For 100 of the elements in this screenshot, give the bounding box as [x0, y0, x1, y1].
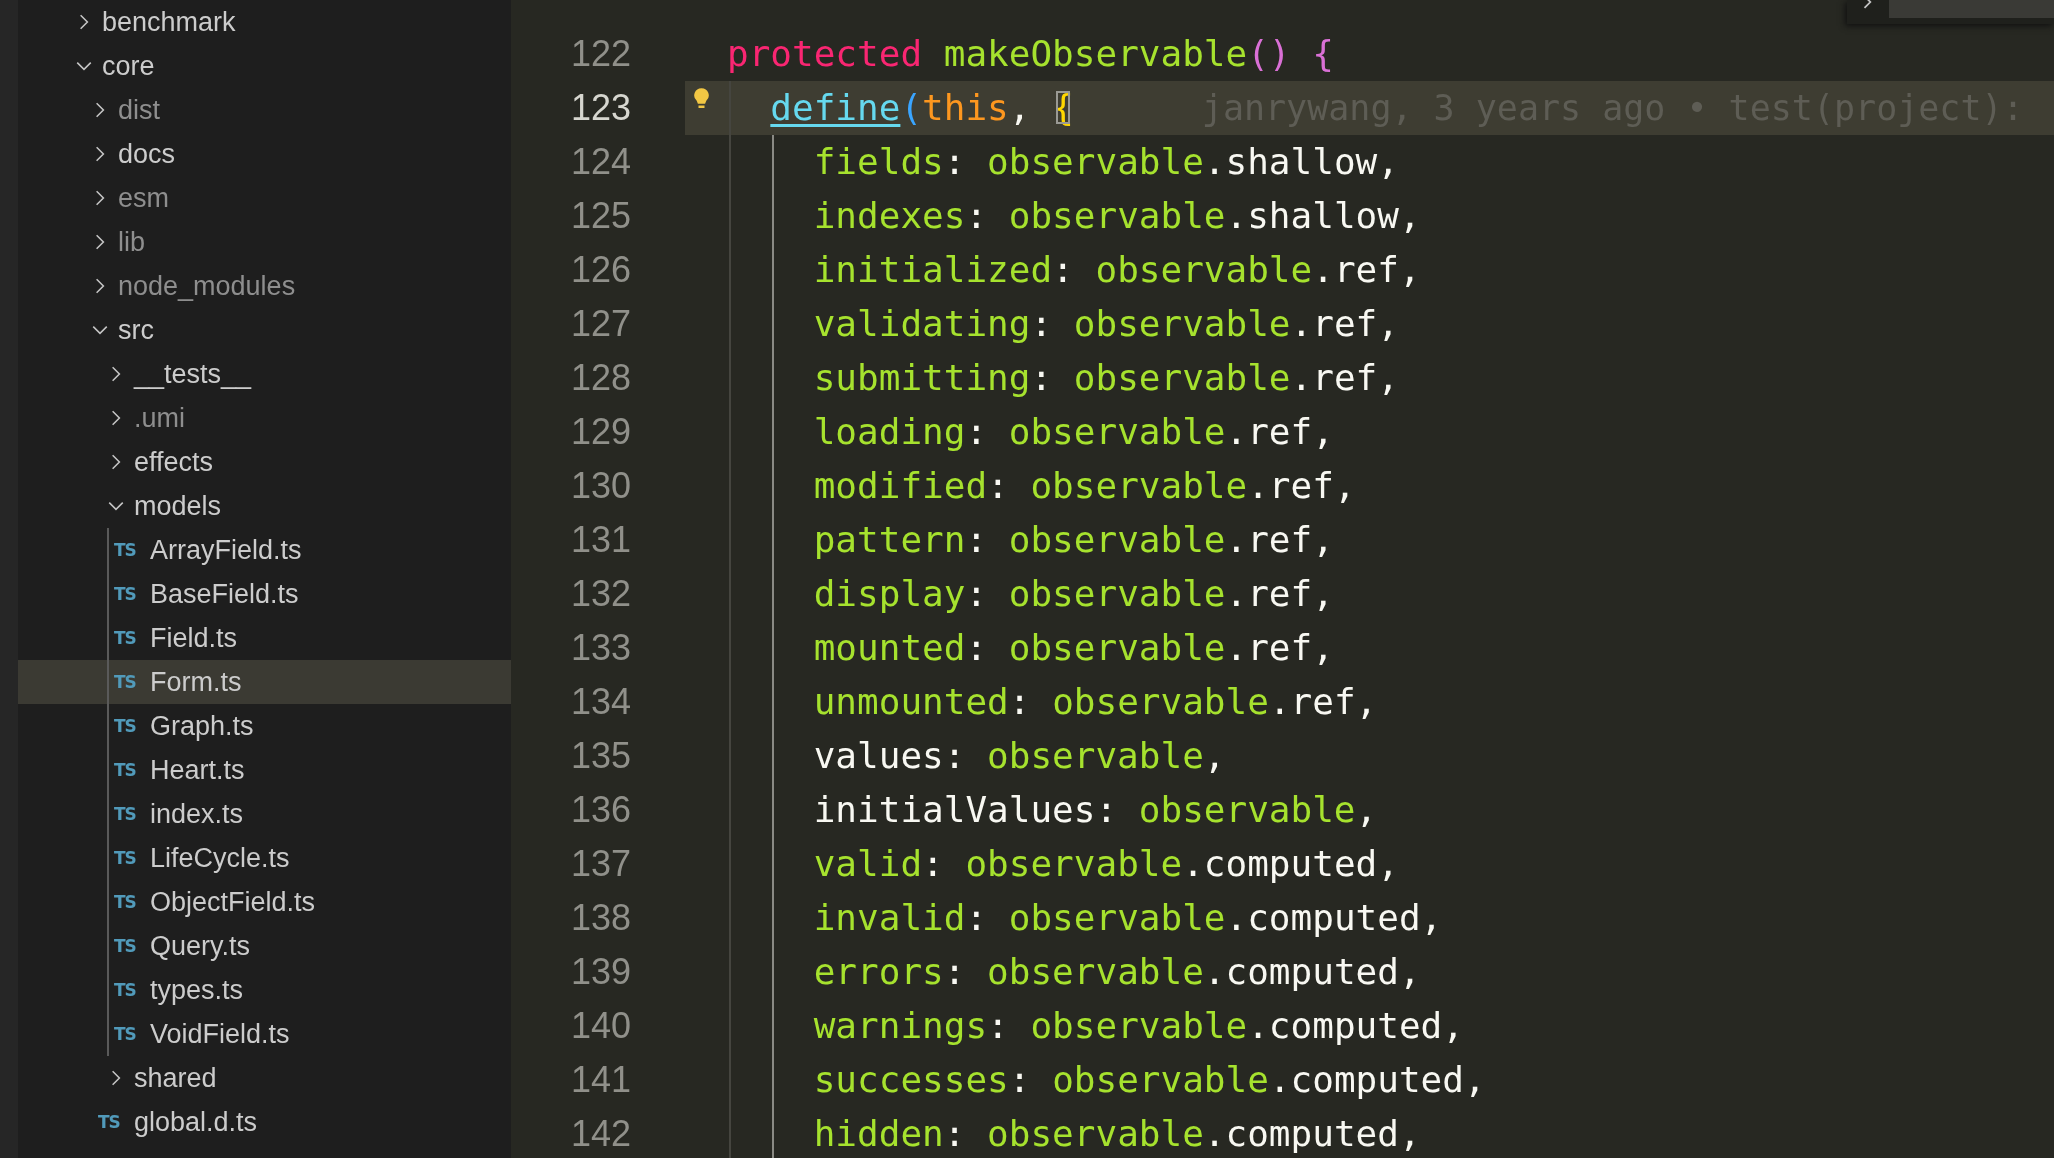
item-label: src — [118, 314, 154, 346]
folder-item[interactable]: .umi — [18, 396, 511, 440]
file-type-label: TS — [114, 584, 136, 604]
lightbulb-icon[interactable] — [693, 87, 710, 111]
code-line: modified: observable.ref, — [813, 464, 1356, 508]
code-line: display: observable.ref, — [813, 572, 1334, 616]
file-type-label: TS — [114, 716, 136, 736]
folder-item[interactable]: dist — [18, 88, 511, 132]
file-type-label: TS — [114, 540, 136, 560]
line-number: 131 — [569, 518, 631, 562]
line-number: 129 — [569, 410, 631, 454]
line-number: 124 — [569, 140, 631, 184]
code-line: warnings: observable.computed, — [813, 1004, 1464, 1048]
folder-item[interactable]: __tests__ — [18, 352, 511, 396]
line-number: 133 — [569, 626, 631, 670]
folder-item[interactable]: lib — [18, 220, 511, 264]
item-label: Heart.ts — [150, 754, 245, 786]
item-label: benchmark — [102, 6, 236, 38]
file-item[interactable]: TS Form.ts — [18, 660, 511, 704]
line-number: 123 — [569, 86, 631, 130]
item-label: esm — [118, 182, 169, 214]
item-label: dist — [118, 94, 161, 126]
item-label: global.d.ts — [134, 1106, 258, 1138]
file-item[interactable]: TS ArrayField.ts — [18, 528, 511, 572]
item-label: Form.ts — [150, 666, 242, 698]
item-label: lib — [118, 226, 145, 258]
file-type-label: TS — [114, 892, 136, 912]
item-label: Field.ts — [150, 622, 238, 654]
code-line: errors: observable.computed, — [813, 950, 1421, 994]
code-line: values: observable, — [813, 734, 1226, 778]
file-item[interactable]: TS VoidField.ts — [18, 1012, 511, 1056]
item-label: VoidField.ts — [150, 1018, 290, 1050]
file-type-label: TS — [114, 936, 136, 956]
file-item[interactable]: TS global.d.ts — [18, 1100, 511, 1144]
line-number: 122 — [569, 32, 631, 76]
file-type-label: TS — [114, 848, 136, 868]
file-item[interactable]: TS Heart.ts — [18, 748, 511, 792]
line-number: 142 — [569, 1112, 631, 1156]
file-type-label: TS — [114, 1024, 136, 1044]
folder-item[interactable]: shared — [18, 1056, 511, 1100]
code-line: pattern: observable.ref, — [813, 518, 1334, 562]
item-label: docs — [118, 138, 176, 170]
code-line: validating: observable.ref, — [813, 302, 1399, 346]
line-number: 127 — [569, 302, 631, 346]
item-label: Query.ts — [150, 930, 251, 962]
file-item[interactable]: TS types.ts — [18, 968, 511, 1012]
folder-item[interactable]: models — [18, 484, 511, 528]
line-number: 125 — [569, 194, 631, 238]
file-item[interactable]: TS BaseField.ts — [18, 572, 511, 616]
file-type-label: TS — [114, 628, 136, 648]
line-number: 126 — [569, 248, 631, 292]
folder-item[interactable]: esm — [18, 176, 511, 220]
line-number: 138 — [569, 896, 631, 940]
line-number: 135 — [569, 734, 631, 778]
code-line: invalid: observable.computed, — [813, 896, 1443, 940]
item-label: BaseField.ts — [150, 578, 299, 610]
folder-item[interactable]: core — [18, 44, 511, 88]
folder-item[interactable]: docs — [18, 132, 511, 176]
item-label: core — [102, 50, 155, 82]
line-number: 134 — [569, 680, 631, 724]
code-line: successes: observable.computed, — [813, 1058, 1486, 1102]
file-item[interactable]: TS ObjectField.ts — [18, 880, 511, 924]
line-number: 137 — [569, 842, 631, 886]
item-label: __tests__ — [134, 358, 252, 390]
item-label: LifeCycle.ts — [150, 842, 290, 874]
line-number: 139 — [569, 950, 631, 994]
file-type-label: TS — [114, 980, 136, 1000]
code-line: valid: observable.computed, — [813, 842, 1399, 886]
line-number: 132 — [569, 572, 631, 616]
file-item[interactable]: TS Query.ts — [18, 924, 511, 968]
file-item[interactable]: TS LifeCycle.ts — [18, 836, 511, 880]
item-label: node_modules — [118, 270, 296, 302]
code-line: loading: observable.ref, — [813, 410, 1334, 454]
item-label: types.ts — [150, 974, 244, 1006]
folder-item[interactable]: node_modules — [18, 264, 511, 308]
file-item[interactable]: TS index.ts — [18, 792, 511, 836]
file-item[interactable]: TS Field.ts — [18, 616, 511, 660]
file-type-label: TS — [114, 804, 136, 824]
item-label: ObjectField.ts — [150, 886, 316, 918]
item-label: models — [134, 490, 222, 522]
code-line: initialValues: observable, — [813, 788, 1378, 832]
code-line: initialized: observable.ref, — [813, 248, 1421, 292]
code-line: unmounted: observable.ref, — [813, 680, 1378, 724]
folder-item[interactable]: benchmark — [18, 0, 511, 44]
folder-item[interactable]: effects — [18, 440, 511, 484]
item-label: shared — [134, 1062, 217, 1094]
line-number: 130 — [569, 464, 631, 508]
line-number: 140 — [569, 1004, 631, 1048]
line-number: 141 — [569, 1058, 631, 1102]
code-line: submitting: observable.ref, — [813, 356, 1399, 400]
line-number: 136 — [569, 788, 631, 832]
folder-item[interactable]: src — [18, 308, 511, 352]
code-line: indexes: observable.shallow, — [813, 194, 1421, 238]
code-line: mounted: observable.ref, — [813, 626, 1334, 670]
file-item[interactable]: TS Graph.ts — [18, 704, 511, 748]
item-label: index.ts — [150, 798, 244, 830]
item-label: Graph.ts — [150, 710, 254, 742]
file-type-label: TS — [114, 760, 136, 780]
item-label: effects — [134, 446, 214, 478]
file-type-label: TS — [114, 672, 136, 692]
